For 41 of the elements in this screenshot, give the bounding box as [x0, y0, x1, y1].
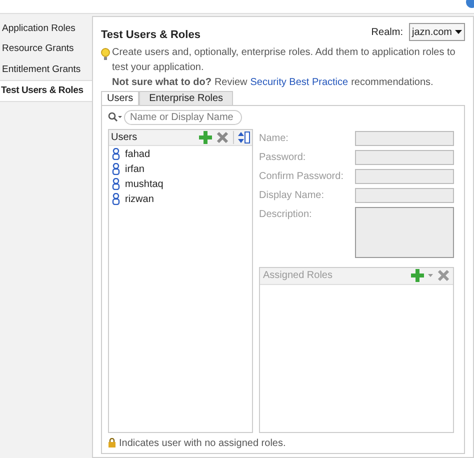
add-icon[interactable]: [199, 130, 212, 144]
hint-text: Create users and, optionally, enterprise roles. Add them to application roles to test your application.: [112, 46, 456, 74]
user-icon: [112, 178, 120, 190]
help-link[interactable]: Security Best Practice: [250, 74, 348, 90]
sidebar-item[interactable]: Resource Grants: [0, 39, 92, 60]
field-label: Name:: [259, 132, 288, 146]
sidebar-item[interactable]: Entitlement Grants: [0, 60, 92, 80]
user-icon: [112, 163, 120, 175]
panel-title: Test Users & Roles: [101, 28, 200, 43]
field-label: Password:: [259, 150, 306, 164]
sidebar-item[interactable]: Application Roles: [0, 19, 92, 40]
tab[interactable]: Enterprise Roles: [139, 90, 234, 104]
legend-text: Indicates user with no assigned roles.: [119, 436, 286, 450]
user-item[interactable]: mushtaq: [125, 176, 164, 192]
realm-dropdown[interactable]: jazn.com: [408, 23, 465, 42]
sidebar-item[interactable]: Test Users & Roles: [0, 80, 92, 102]
field-label: Confirm Password:: [259, 170, 344, 184]
help-text: recommendations.: [351, 76, 434, 90]
list-header: Users: [111, 130, 138, 144]
user-icon: [112, 148, 120, 160]
caret-icon: [455, 30, 462, 34]
add-menu-icon[interactable]: [411, 269, 424, 282]
caret-icon[interactable]: [428, 274, 433, 277]
search-field[interactable]: Name or Display Name: [124, 110, 242, 124]
user-item[interactable]: irfan: [125, 162, 144, 176]
lightbulb-icon: [101, 48, 110, 60]
delete-icon[interactable]: [216, 130, 229, 144]
help-text: Review: [214, 76, 248, 90]
delete-icon[interactable]: [437, 269, 450, 282]
list-header: Assigned Roles: [263, 269, 334, 283]
help-lead: Not sure what to do?: [112, 76, 212, 90]
sort-icon[interactable]: [238, 130, 250, 144]
realm-label: Realm:: [371, 26, 403, 40]
search-icon[interactable]: [108, 112, 122, 122]
user-icon: [112, 193, 120, 205]
user-item[interactable]: rizwan: [125, 192, 154, 206]
field-label: Display Name:: [259, 188, 324, 202]
field-label: Description:: [259, 208, 312, 222]
lock-icon: [108, 438, 116, 448]
user-item[interactable]: fahad: [125, 146, 150, 162]
tab[interactable]: Users: [101, 90, 140, 104]
